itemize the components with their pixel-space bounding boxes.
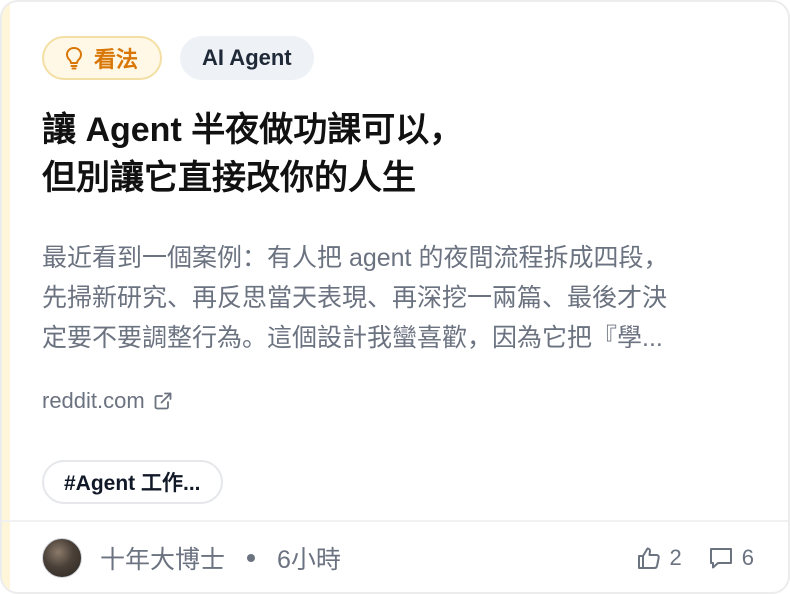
source-link[interactable]: reddit.com (42, 388, 175, 414)
comment-icon (708, 545, 734, 571)
comment-count: 6 (741, 545, 754, 570)
footer-divider (2, 520, 788, 522)
post-stats: 2 6 (636, 545, 754, 571)
like-button[interactable]: 2 (636, 545, 682, 571)
post-title-line-2: 但別讓它直接改你的人生 (42, 159, 416, 197)
avatar[interactable] (42, 538, 82, 578)
comment-button[interactable]: 6 (708, 545, 754, 571)
post-excerpt[interactable]: 最近看到一個案例：有人把 agent 的夜間流程拆成四段， 先掃新研究、再反思當… (42, 238, 752, 358)
opinion-tag-label: 看法 (94, 47, 139, 72)
post-title-line-1: 讓 Agent 半夜做功課可以， (42, 111, 464, 149)
source-domain: reddit.com (42, 388, 145, 413)
post-excerpt-line-2: 先掃新研究、再反思當天表現、再深挖一兩篇、最後才決 (42, 284, 668, 312)
opinion-tag[interactable]: 看法 (42, 36, 163, 80)
card-accent-strip (2, 2, 10, 592)
post-card[interactable]: 看法 AI Agent 讓 Agent 半夜做功課可以， 但別讓它直接改你的人生… (0, 0, 790, 594)
lightbulb-icon (64, 45, 84, 71)
thumbs-up-icon (636, 545, 662, 571)
external-link-icon (153, 390, 175, 412)
tag-row: 看法 AI Agent (42, 36, 314, 80)
topic-tag-label: AI Agent (202, 45, 292, 70)
author-name[interactable]: 十年大博士 (100, 540, 225, 576)
post-excerpt-line-1: 最近看到一個案例：有人把 agent 的夜間流程拆成四段， (42, 244, 669, 272)
separator-dot (247, 554, 256, 562)
post-footer: 十年大博士 6小時 2 6 (42, 536, 754, 580)
topic-tag[interactable]: AI Agent (180, 36, 314, 80)
hashtag-chip[interactable]: #Agent 工作... (42, 460, 223, 504)
hashtag-label: #Agent 工作... (64, 472, 201, 495)
like-count: 2 (669, 545, 682, 570)
post-time: 6小時 (277, 546, 341, 574)
author-info: 十年大博士 6小時 (42, 538, 341, 578)
post-title[interactable]: 讓 Agent 半夜做功課可以， 但別讓它直接改你的人生 (42, 106, 742, 202)
post-excerpt-line-3: 定要不要調整行為。這個設計我蠻喜歡，因為它把『學... (42, 324, 663, 352)
